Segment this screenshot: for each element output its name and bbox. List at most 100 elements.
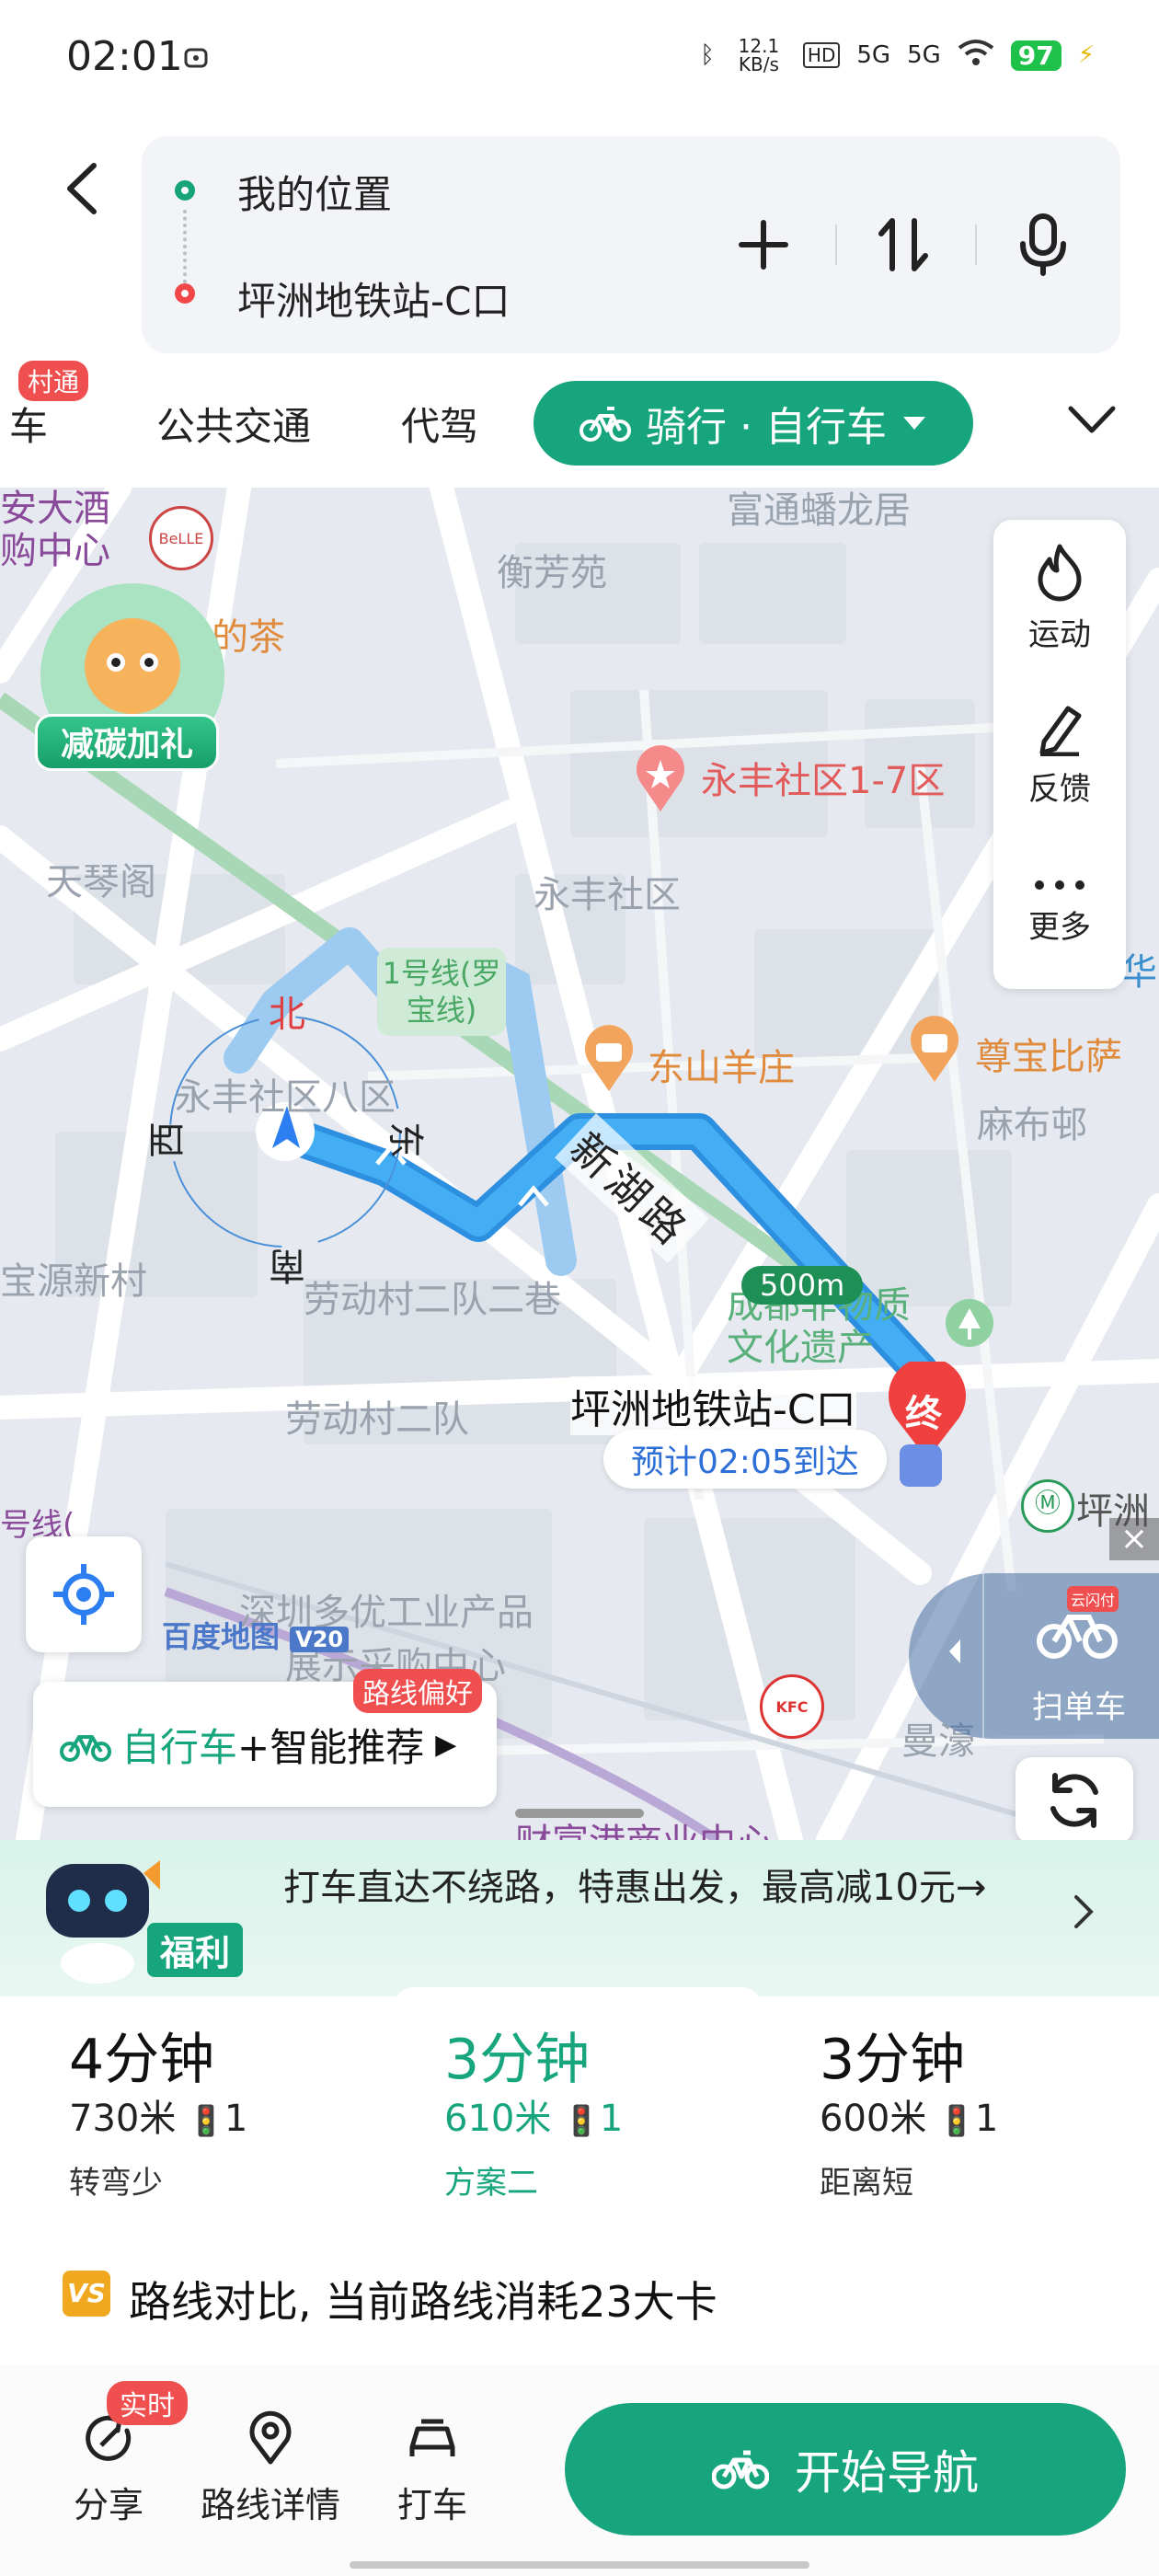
route-option-1[interactable]: 4分钟 730米 🚦1 转弯少 [18,1987,386,2217]
share-realtime-badge: 实时 [107,2381,188,2425]
route-option-2[interactable]: 3分钟 610米 🚦1 方案二 [394,1987,762,2217]
net-speed: 12.1 KB/s [738,35,780,75]
status-bar: 02:01 ᛒ 12.1 KB/s HD 5G 5G 97 ⚡ [0,0,1159,120]
compass-west: 西 [146,1121,189,1158]
caret-right-icon: ▶ [435,1728,457,1761]
bluetooth-icon: ᛒ [700,41,715,69]
chevron-right-icon [1073,1893,1095,1934]
restaurant-poi-icon [580,1025,638,1097]
map-label: 劳动村二队 [285,1398,469,1441]
battery-level: 97 [1010,40,1061,71]
option-time: 3分钟 [444,2028,591,2092]
map-label: 永丰社区 [534,874,681,916]
share-button[interactable]: 分享 [74,2410,143,2527]
poi-label[interactable]: 尊宝比萨 [975,1027,1122,1080]
traffic-light-icon: 🚦 [938,2103,975,2138]
drag-handle[interactable] [515,1809,644,1818]
swap-button[interactable] [866,208,940,282]
traffic-light-icon: 🚦 [563,2103,600,2138]
origin-dot-icon [175,180,195,201]
metro-line-label: 1号线(罗宝线) [377,948,506,1036]
back-button[interactable] [55,156,110,221]
map-side-panel: 运动 反馈 更多 [993,520,1126,989]
pencil-icon [1039,706,1082,756]
wifi-icon [958,39,994,73]
bicycle-icon [580,407,632,442]
map-label-partial: 购中心 [0,530,110,572]
expand-tabs-button[interactable] [1067,401,1117,442]
refresh-button[interactable] [1016,1757,1133,1840]
watermark-version: V20 [290,1627,350,1652]
chevron-left-icon [949,1639,960,1663]
poi-label[interactable]: 东山羊庄 [648,1038,795,1091]
tab-taxi-partial[interactable]: 车 [9,396,48,452]
kfc-logo-icon: KFC [760,1674,824,1739]
divider [982,1573,984,1739]
scan-bike-panel[interactable]: 云闪付 扫单车 [909,1573,1159,1739]
location-pin-icon [249,2410,292,2465]
route-pref-text: +智能推荐 [237,1724,425,1770]
option-tag: 转弯少 [69,2165,163,2202]
signal-2: 5G [907,41,941,69]
option-tag: 方案二 [444,2165,538,2202]
option-time: 4分钟 [69,2028,215,2092]
watermark-text: 百度地图 [162,1619,281,1654]
route-option-3[interactable]: 3分钟 600米 🚦1 距离短 [769,1987,1137,2217]
more-button[interactable]: 更多 [993,833,1126,989]
divider [975,224,977,265]
option-distance-value: 600米 [820,2098,927,2140]
bicycle-icon [712,2450,769,2490]
option-lights: 1 [599,2098,624,2140]
option-tag: 距离短 [820,2165,913,2202]
divider [835,224,837,265]
option-distance: 730米 🚦1 [69,2088,247,2142]
map-label-partial: 华 [1120,951,1157,994]
metro-station-icon: Ⓜ [1021,1479,1074,1533]
refresh-icon [1050,1773,1098,1828]
taxi-button[interactable]: 打车 [397,2410,467,2527]
close-icon[interactable]: × [1109,1518,1159,1560]
feedback-button[interactable]: 反馈 [993,676,1126,833]
exercise-label: 运动 [1028,615,1091,653]
add-waypoint-button[interactable] [727,208,800,282]
charging-icon: ⚡ [1077,41,1095,69]
caret-down-icon [902,417,925,430]
poi-label[interactable]: 永丰社区1-7区 [701,751,945,804]
map-label: 天琴阁 [46,861,156,903]
promo-banner[interactable]: 福利 打车直达不绕路，特惠出发，最高减10元→ [0,1840,1159,1996]
microphone-icon [1020,213,1066,276]
swap-icon [878,218,928,271]
destination-map-label: 坪洲地铁站-C口 [570,1376,856,1435]
more-dots-icon [1035,880,1084,890]
more-label: 更多 [1028,908,1091,946]
route-compare-link[interactable]: 路线对比, 当前路线消耗23大卡 [129,2269,717,2329]
tab-designated-driver[interactable]: 代驾 [401,396,478,452]
destination-input[interactable]: 坪洲地铁站-C口 [237,270,510,327]
belle-logo-icon: BeLLE [149,506,213,570]
option-distance: 600米 🚦1 [820,2088,998,2142]
station-exit-icon [900,1444,942,1487]
carbon-reward-banner[interactable]: 减碳加礼 [35,714,219,771]
crosshair-icon [53,1564,114,1625]
flame-icon [1038,544,1082,601]
map-label: 劳动村二队二巷 [304,1279,561,1321]
tab-cycling[interactable]: 骑行 · 自行车 [534,381,973,466]
start-navigation-button[interactable]: 开始导航 [565,2403,1126,2536]
home-indicator[interactable] [350,2561,809,2569]
destination-pin-label: 终 [905,1393,942,1435]
map-watermark: 百度地图 V20 [162,1614,350,1656]
route-card: 我的位置 坪洲地铁站-C口 [142,136,1120,353]
tab-public-transit[interactable]: 公共交通 [156,396,311,452]
route-connector [183,210,190,283]
origin-input[interactable]: 我的位置 [237,164,392,220]
map-label: 衡芳苑 [497,552,607,594]
locate-me-button[interactable] [26,1536,142,1652]
plus-icon [739,220,788,270]
map-view[interactable]: 衡芳苑 永丰社区 天琴阁 永丰社区八区 劳动村二队二巷 劳动村二队 宝源新村 麻… [0,488,1159,1840]
exercise-button[interactable]: 运动 [993,520,1126,676]
promo-badge: 福利 [147,1923,244,1977]
route-details-button[interactable]: 路线详情 [201,2410,340,2527]
voice-button[interactable] [1006,208,1080,282]
poi-pin-icon [631,745,690,817]
traffic-light-icon: 🚦 [188,2103,224,2138]
